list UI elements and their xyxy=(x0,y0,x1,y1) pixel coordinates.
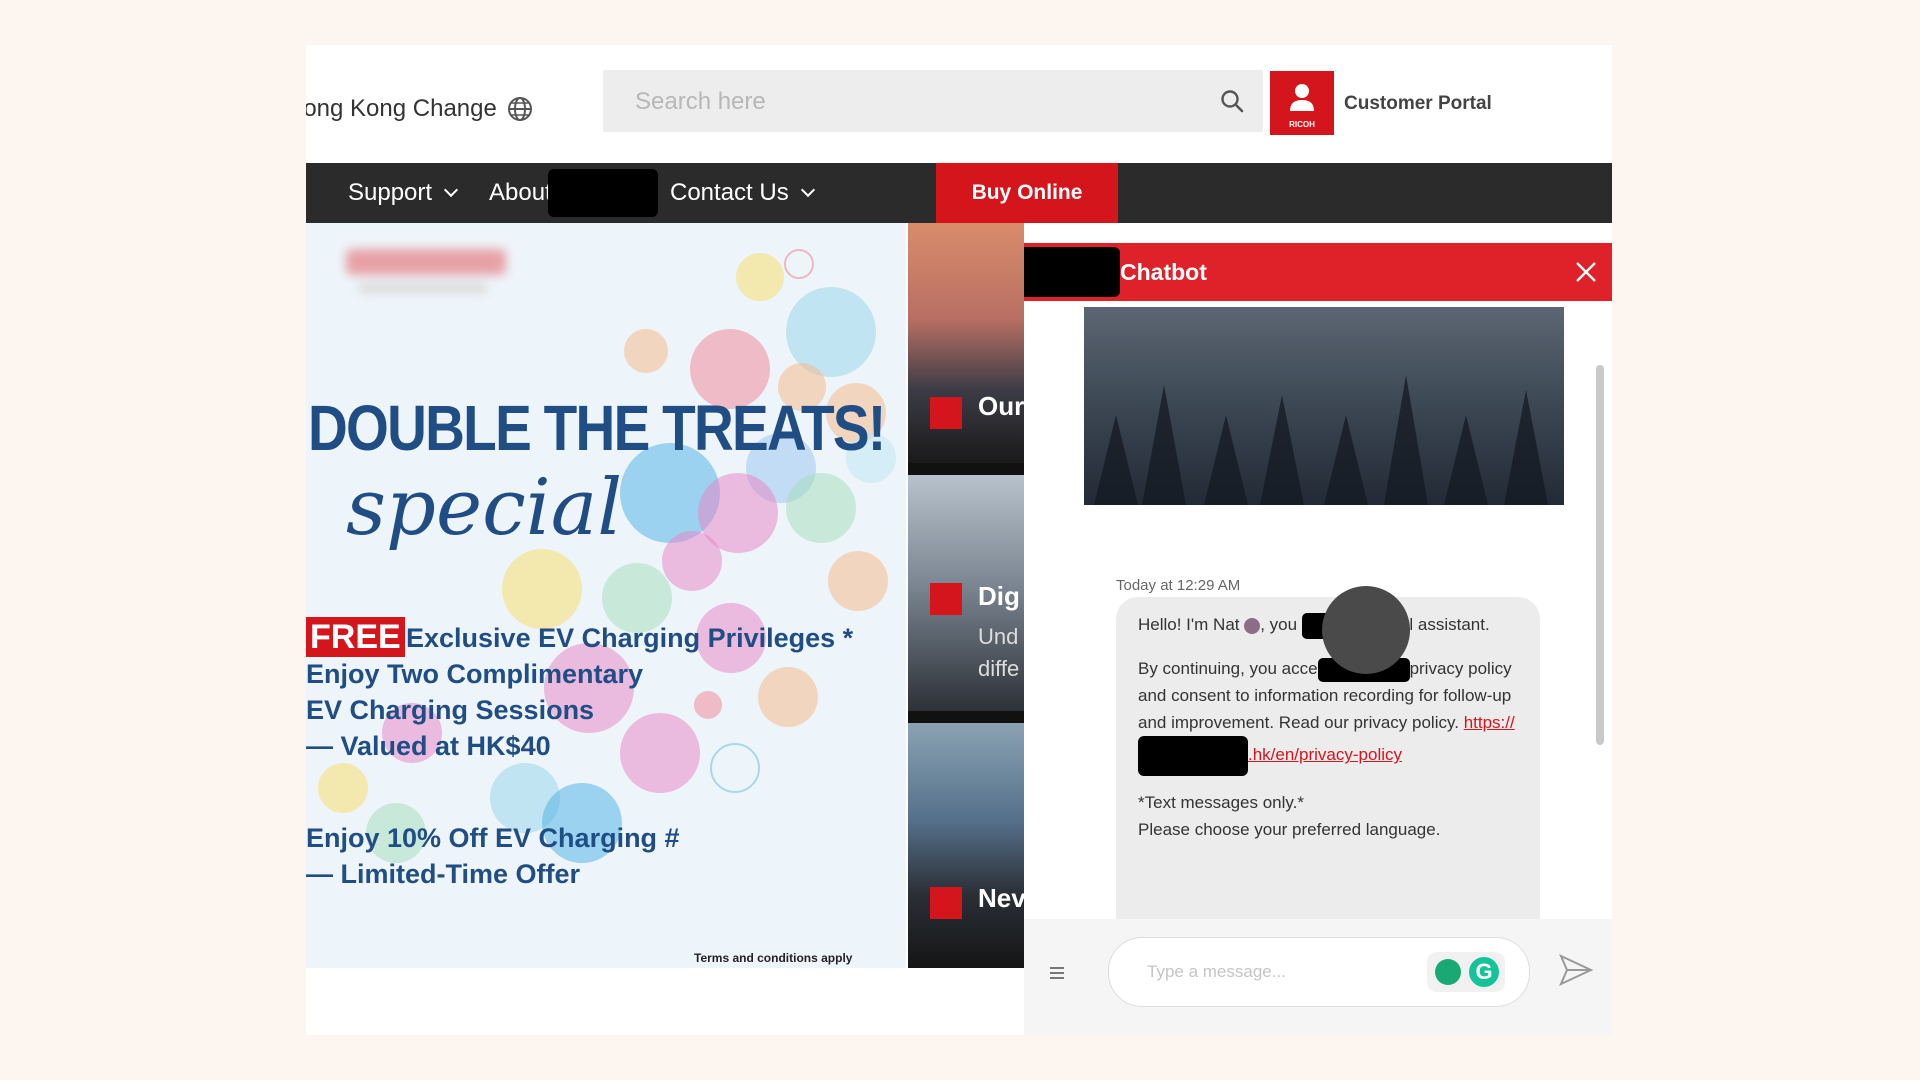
feature-cards: Our Dig Und diffe Nev xyxy=(908,223,1024,968)
nav-contact-label: Contact Us xyxy=(670,179,789,206)
greeting-text: Hello! I'm Nat xyxy=(1138,615,1240,634)
feature-card[interactable]: Our xyxy=(908,223,1024,463)
card-title: Nev xyxy=(978,883,1024,913)
extension-icon[interactable] xyxy=(1435,959,1461,985)
customer-portal-icon[interactable]: RICOH xyxy=(1270,71,1334,135)
red-square-icon xyxy=(930,397,962,429)
search-icon[interactable] xyxy=(1219,88,1245,114)
buy-online-button[interactable]: Buy Online xyxy=(936,163,1118,223)
main-nav: Support About Contact Us Buy Online xyxy=(306,163,1612,223)
feature-card[interactable]: Nev xyxy=(908,723,1024,968)
globe-icon xyxy=(507,97,532,121)
consent-text-pre: By continuing, you acce xyxy=(1138,659,1318,678)
blurred-logo xyxy=(346,249,506,293)
card-title: Our xyxy=(978,391,1024,421)
region-selector[interactable]: long Kong Change xyxy=(306,95,533,123)
extension-icons: G xyxy=(1427,952,1505,992)
browser-viewport: long Kong Change RICOH Customer Portal S… xyxy=(306,45,1612,1035)
chevron-down-icon xyxy=(443,182,459,198)
banner-headline: DOUBLE THE TREATS! xyxy=(308,392,886,464)
free-badge: FREE xyxy=(306,617,405,657)
chatbot-title: Chatbot xyxy=(1120,259,1207,285)
card-title: Dig xyxy=(978,581,1020,611)
floating-avatar[interactable] xyxy=(1322,586,1410,674)
nav-about-label: About xyxy=(489,179,552,206)
promo-line-1: Exclusive EV Charging Privileges * xyxy=(406,623,854,653)
grammarly-icon[interactable]: G xyxy=(1469,957,1499,987)
chatbot-header-image xyxy=(1084,307,1564,505)
privacy-link-text: https:// xyxy=(1463,713,1515,732)
chatbot-header: Chatbot xyxy=(1024,243,1612,301)
chat-scrollbar[interactable] xyxy=(1596,365,1604,745)
promo-line-4: — Valued at HK$40 xyxy=(306,731,551,761)
nav-support-label: Support xyxy=(348,179,433,206)
message-timestamp: Today at 12:29 AM xyxy=(1116,577,1241,594)
send-icon[interactable] xyxy=(1558,953,1594,987)
promo-line-2: Enjoy Two Complimentary xyxy=(306,659,644,689)
promo-line-5: Enjoy 10% Off EV Charging # xyxy=(306,823,680,853)
choose-language-text: Please choose your preferred language. xyxy=(1138,820,1441,839)
chevron-down-icon xyxy=(800,182,815,198)
customer-portal-link[interactable]: Customer Portal xyxy=(1344,93,1492,115)
banner-special-script: special xyxy=(346,463,623,553)
terms-text: Terms and conditions apply xyxy=(694,951,853,965)
red-square-icon xyxy=(930,583,962,615)
bot-avatar-icon xyxy=(1244,617,1261,634)
message-input-wrap: G xyxy=(1108,937,1530,1007)
card-subtitle: diffe xyxy=(978,656,1020,681)
nav-contact-us[interactable]: Contact Us xyxy=(670,163,815,223)
chatbot-panel: Chatbot Today at 12:29 AM Hello! I'm Nat… xyxy=(1024,243,1612,1035)
red-square-icon xyxy=(930,887,962,919)
close-icon[interactable] xyxy=(1574,260,1598,284)
greeting-text-mid: , you xyxy=(1260,615,1298,634)
redaction-block xyxy=(1024,247,1120,297)
menu-icon[interactable] xyxy=(1050,967,1064,979)
search-input[interactable] xyxy=(633,70,1197,134)
message-input[interactable] xyxy=(1145,938,1409,1006)
privacy-link-tail: .hk/en/privacy-policy xyxy=(1248,745,1403,765)
nav-about[interactable]: About xyxy=(489,163,552,223)
text-only-note: *Text messages only.* xyxy=(1138,793,1304,812)
redaction-block xyxy=(548,169,658,217)
chat-messages[interactable]: Today at 12:29 AM Hello! I'm Nat , you v… xyxy=(1024,301,1612,957)
search-bar xyxy=(603,70,1263,134)
user-icon: RICOH xyxy=(1289,84,1315,129)
card-subtitle: Und xyxy=(978,624,1019,649)
promo-banner[interactable]: DOUBLE THE TREATS! special FREE Exclusiv… xyxy=(306,223,906,968)
chat-input-bar: G xyxy=(1024,919,1612,1035)
region-label: long Kong Change xyxy=(306,95,497,122)
ricoh-logo-text: RICOH xyxy=(1289,120,1315,129)
feature-card[interactable]: Dig Und diffe xyxy=(908,475,1024,711)
nav-support[interactable]: Support xyxy=(348,163,459,223)
promo-line-6: — Limited-Time Offer xyxy=(306,859,581,889)
promo-line-3: EV Charging Sessions xyxy=(306,695,595,725)
redaction-block xyxy=(1138,736,1248,776)
